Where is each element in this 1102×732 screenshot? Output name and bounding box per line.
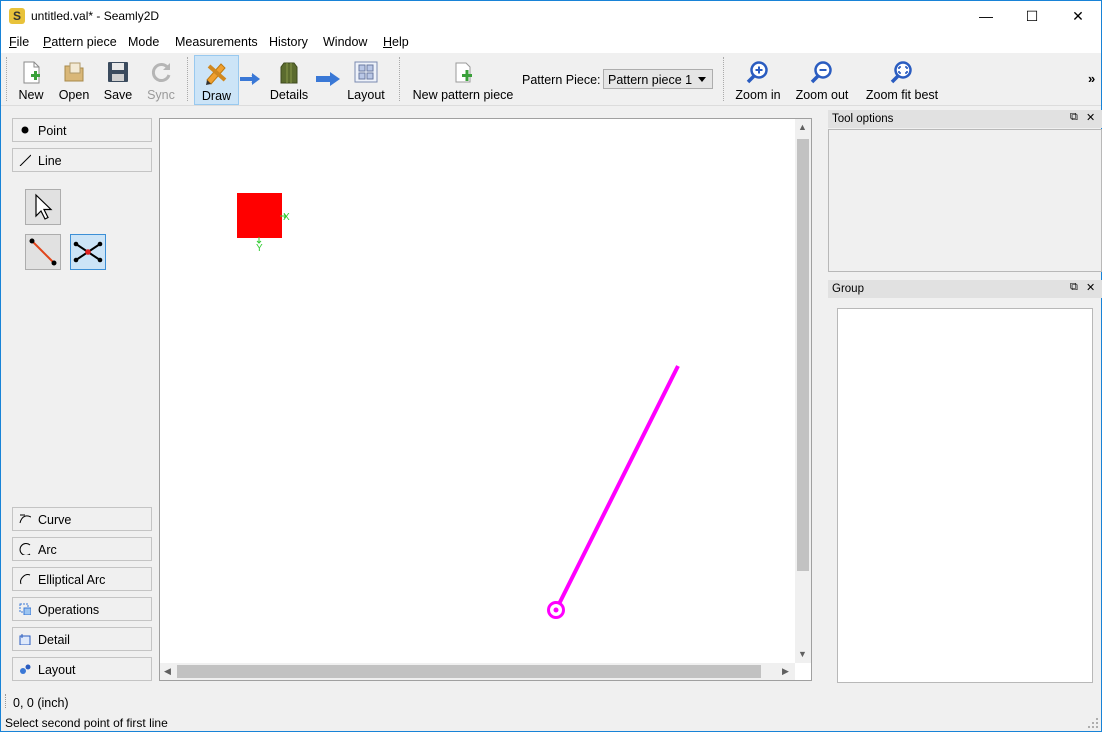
arc-icon	[19, 543, 31, 555]
menu-pattern-piece[interactable]: Pattern piece	[43, 35, 117, 49]
group-list[interactable]	[837, 308, 1093, 683]
vertical-scrollbar[interactable]: ▲ ▼	[795, 119, 811, 663]
drawing-canvas[interactable]: X Y	[159, 118, 812, 681]
chevron-down-icon	[698, 77, 706, 82]
y-axis-label: Y	[256, 243, 263, 254]
title-bar: S untitled.val* - Seamly2D — ☐ ✕	[1, 1, 1101, 31]
app-window: S untitled.val* - Seamly2D — ☐ ✕ File Pa…	[0, 0, 1102, 732]
menu-history[interactable]: History	[269, 35, 308, 49]
open-folder-icon	[61, 59, 87, 85]
window-title: untitled.val* - Seamly2D	[31, 9, 160, 23]
close-dock-icon[interactable]: ✕	[1086, 281, 1095, 294]
resize-grip-icon[interactable]	[1087, 717, 1099, 729]
toolbar-grip[interactable]	[187, 57, 191, 101]
menu-window[interactable]: Window	[323, 35, 367, 49]
close-dock-icon[interactable]: ✕	[1086, 111, 1095, 124]
toolbar-grip[interactable]	[723, 57, 727, 101]
zoom-in-icon	[745, 59, 771, 85]
tool-group-point[interactable]: Point	[12, 118, 152, 142]
curve-icon	[19, 514, 31, 524]
chevron-up-icon[interactable]: ▲	[798, 122, 807, 132]
chevron-left-icon[interactable]: ◀	[164, 666, 171, 677]
tool-group-elliptical-arc[interactable]: Elliptical Arc	[12, 567, 152, 591]
scene: X Y	[237, 193, 680, 619]
cursor-coordinates: 0, 0 (inch)	[13, 696, 69, 710]
sync-icon	[148, 59, 174, 85]
save-icon	[105, 59, 131, 85]
gears-icon	[20, 664, 31, 674]
line-intersection-icon	[73, 241, 103, 263]
rubber-band-line	[554, 365, 680, 611]
status-message: Select second point of first line	[5, 716, 168, 730]
new-pattern-piece-button[interactable]: New pattern piece	[407, 55, 519, 103]
vertical-scroll-thumb[interactable]	[797, 139, 809, 571]
group-dock-title: Group ⧉ ✕	[828, 280, 1102, 298]
first-point-dot	[553, 607, 559, 613]
zoom-out-button[interactable]: Zoom out	[792, 55, 852, 103]
line-intersect-tool-button[interactable]	[70, 234, 106, 270]
float-dock-icon[interactable]: ⧉	[1070, 111, 1078, 124]
tool-group-detail[interactable]: Detail	[12, 627, 152, 651]
chevron-right-icon[interactable]: ▶	[782, 666, 789, 677]
line-tool-button[interactable]	[25, 234, 61, 270]
tool-group-arc[interactable]: Arc	[12, 537, 152, 561]
zoom-in-button[interactable]: Zoom in	[731, 55, 785, 103]
close-button[interactable]: ✕	[1055, 1, 1101, 31]
chevron-down-icon[interactable]: ▼	[798, 649, 807, 659]
menu-measurements[interactable]: Measurements	[175, 35, 258, 49]
open-button[interactable]: Open	[56, 55, 92, 103]
save-button[interactable]: Save	[100, 55, 136, 103]
details-mode-button[interactable]: Details	[267, 55, 311, 103]
menu-bar: File Pattern piece Mode Measurements His…	[1, 31, 1101, 53]
line-segment-icon	[29, 238, 57, 266]
point-icon	[21, 126, 29, 134]
draw-mode-button[interactable]: Draw	[194, 55, 239, 105]
new-file-icon	[18, 59, 44, 85]
menu-file[interactable]: File	[9, 35, 29, 49]
details-icon	[276, 59, 302, 85]
tool-group-curve[interactable]: Curve	[12, 507, 152, 531]
pencil-ruler-icon	[204, 60, 230, 86]
statusbar-grip	[5, 694, 8, 708]
horizontal-scroll-thumb[interactable]	[177, 665, 761, 678]
minimize-button[interactable]: —	[963, 1, 1009, 31]
elliptical-arc-icon	[20, 574, 31, 585]
pattern-piece-label: Pattern Piece:	[522, 73, 601, 87]
pattern-piece-select[interactable]: Pattern piece 1	[603, 69, 713, 89]
menu-help[interactable]: Help	[383, 35, 409, 49]
cursor-arrow-icon	[35, 193, 53, 220]
seamly2d-logo-icon: S	[9, 8, 25, 24]
zoom-out-icon	[809, 59, 835, 85]
tool-group-operations[interactable]: Operations	[12, 597, 152, 621]
x-axis-label: X	[283, 212, 290, 223]
zoom-fit-icon	[889, 59, 915, 85]
main-toolbar: New Open Save Sync Draw Details Layout N…	[1, 53, 1101, 106]
layout-icon	[353, 59, 379, 85]
tool-options-dock-title: Tool options ⧉ ✕	[828, 110, 1102, 128]
tool-group-line[interactable]: Line	[12, 148, 152, 172]
layout-mode-button[interactable]: Layout	[344, 55, 388, 103]
float-dock-icon[interactable]: ⧉	[1070, 281, 1078, 294]
toolbar-overflow-button[interactable]: »	[1088, 71, 1095, 86]
zoom-fit-best-button[interactable]: Zoom fit best	[860, 55, 944, 103]
toolbar-grip[interactable]	[6, 57, 10, 101]
new-button[interactable]: New	[13, 55, 49, 103]
tool-group-layout[interactable]: Layout	[12, 657, 152, 681]
menu-mode[interactable]: Mode	[128, 35, 159, 49]
toolbar-grip[interactable]	[399, 57, 403, 101]
line-icon	[19, 154, 31, 166]
detail-icon	[19, 634, 31, 645]
maximize-button[interactable]: ☐	[1009, 1, 1055, 31]
select-pointer-button[interactable]	[25, 189, 61, 225]
flow-arrow-icon	[240, 73, 260, 85]
operations-icon	[19, 603, 31, 615]
new-piece-icon	[450, 59, 476, 85]
origin-marker	[237, 193, 282, 238]
sync-button[interactable]: Sync	[143, 55, 179, 103]
horizontal-scrollbar[interactable]: ◀ ▶	[160, 663, 795, 680]
flow-arrow-icon	[316, 72, 340, 86]
tool-options-panel	[828, 129, 1102, 272]
